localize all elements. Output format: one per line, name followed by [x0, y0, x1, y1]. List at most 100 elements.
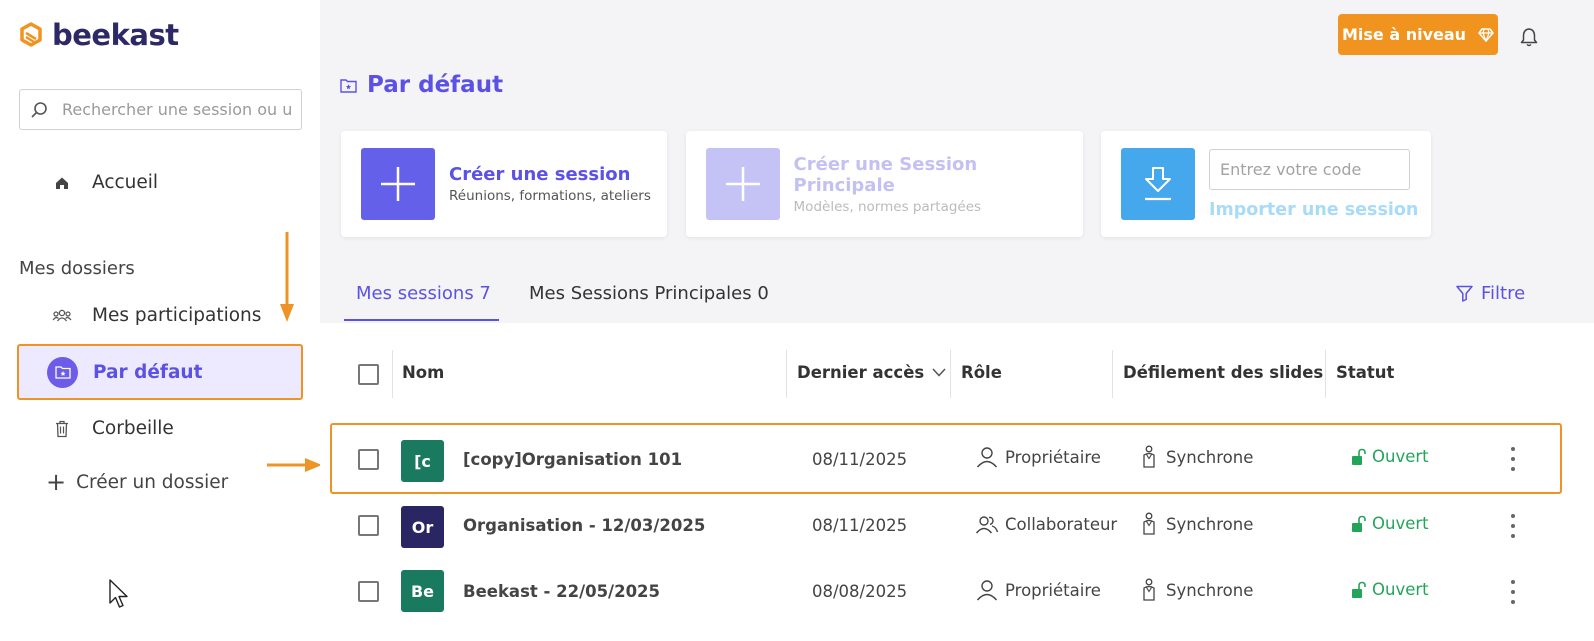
- session-sync-label: Synchrone: [1166, 447, 1254, 467]
- create-principal-subtitle: Modèles, normes partagées: [793, 198, 982, 215]
- session-sync: Synchrone: [1140, 445, 1253, 469]
- row-checkbox[interactable]: [358, 515, 379, 536]
- session-avatar: Be: [401, 570, 444, 612]
- session-role-label: Collaborateur: [1005, 514, 1118, 534]
- tab-principal-sessions[interactable]: Mes Sessions Principales 0: [529, 283, 769, 304]
- mouse-cursor-icon: [109, 579, 128, 608]
- create-folder-label: Créer un dossier: [76, 471, 229, 493]
- session-status-label: Ouvert: [1372, 580, 1429, 599]
- search-icon: [31, 101, 47, 118]
- column-header-slides[interactable]: Défilement des slides: [1123, 363, 1323, 382]
- session-status-label: Ouvert: [1372, 514, 1429, 533]
- session-role: Propriétaire: [975, 578, 1101, 602]
- column-header-status[interactable]: Statut: [1336, 363, 1394, 382]
- unlock-icon: [1352, 515, 1366, 532]
- annotation-arrow-down: [280, 232, 294, 322]
- session-last-access: 08/11/2025: [812, 450, 908, 469]
- logo[interactable]: beekast: [18, 18, 179, 52]
- unlock-icon: [1352, 448, 1366, 465]
- table-row[interactable]: Or Organisation - 12/03/2025 08/11/2025 …: [320, 492, 1594, 558]
- section-title-folders: Mes dossiers: [19, 258, 135, 279]
- session-last-access: 08/08/2025: [812, 582, 908, 601]
- sidebar-item-label: Mes participations: [92, 305, 262, 326]
- column-divider: [950, 350, 951, 398]
- session-avatar: [c: [401, 440, 444, 482]
- unlock-icon: [1352, 581, 1366, 598]
- session-status-label: Ouvert: [1372, 447, 1429, 466]
- tab-my-sessions[interactable]: Mes sessions 7: [356, 283, 491, 304]
- create-principal-title: Créer une Session Principale: [793, 153, 978, 196]
- create-session-card[interactable]: Créer une session Réunions, formations, …: [341, 131, 667, 237]
- diamond-icon: [1478, 27, 1494, 42]
- create-folder-button[interactable]: + Créer un dossier: [46, 470, 228, 494]
- download-icon[interactable]: [1121, 148, 1195, 220]
- people-icon: [975, 516, 999, 534]
- session-avatar: Or: [401, 506, 444, 548]
- session-name[interactable]: Organisation - 12/03/2025: [463, 516, 705, 535]
- create-session-subtitle: Réunions, formations, ateliers: [449, 188, 651, 204]
- column-header-name[interactable]: Nom: [402, 363, 444, 382]
- row-checkbox[interactable]: [358, 449, 379, 470]
- page-title-text: Par défaut: [367, 72, 504, 98]
- session-sync-label: Synchrone: [1166, 580, 1254, 600]
- row-checkbox[interactable]: [358, 581, 379, 602]
- session-code-input[interactable]: [1209, 148, 1410, 190]
- table-header: Nom Dernier accès Rôle Défilement des sl…: [320, 323, 1594, 425]
- sidebar-item-home[interactable]: Accueil: [44, 172, 158, 193]
- sidebar-item-label: Corbeille: [92, 418, 174, 439]
- table-row[interactable]: Be Beekast - 22/05/2025 08/08/2025 Propr…: [320, 558, 1594, 624]
- person-icon: [976, 447, 998, 468]
- plus-icon: +: [46, 468, 67, 496]
- bell-icon[interactable]: [1519, 27, 1539, 47]
- users-icon: [44, 308, 80, 324]
- session-sync: Synchrone: [1140, 512, 1253, 536]
- column-divider: [1325, 350, 1326, 398]
- session-status: Ouvert: [1350, 580, 1429, 599]
- session-role: Propriétaire: [975, 445, 1101, 469]
- page-title: Par défaut: [340, 72, 503, 98]
- logo-text: beekast: [52, 18, 179, 52]
- sidebar-item-label: Accueil: [92, 172, 159, 193]
- upgrade-button[interactable]: Mise à niveau: [1338, 14, 1498, 55]
- column-divider: [392, 350, 393, 398]
- select-all-checkbox[interactable]: [358, 364, 379, 385]
- more-options-icon[interactable]: [1508, 447, 1518, 471]
- presenter-icon: [1143, 512, 1155, 535]
- sidebar-item-participations[interactable]: Mes participations: [44, 305, 261, 326]
- folder-star-icon: [47, 356, 78, 388]
- create-principal-session-card[interactable]: Créer une Session Principale Modèles, no…: [686, 131, 1083, 237]
- import-session-card: Importer une session: [1101, 131, 1431, 237]
- logo-icon: [20, 22, 42, 47]
- filter-button[interactable]: Filtre: [1456, 283, 1525, 304]
- presenter-icon: [1143, 578, 1155, 601]
- sidebar-item-default-folder[interactable]: Par défaut: [17, 344, 303, 400]
- active-tab-indicator: [344, 319, 499, 321]
- column-header-label: Dernier accès: [797, 363, 925, 382]
- column-header-last-access[interactable]: Dernier accès: [797, 363, 946, 382]
- table-row[interactable]: [c [copy]Organisation 101 08/11/2025 Pro…: [320, 425, 1594, 491]
- sidebar: beekast Accueil Mes dossiers Mes partici…: [0, 0, 322, 641]
- more-options-icon[interactable]: [1508, 514, 1518, 538]
- session-role-label: Propriétaire: [1005, 580, 1101, 600]
- column-header-role[interactable]: Rôle: [961, 363, 1002, 382]
- session-last-access: 08/11/2025: [812, 516, 908, 535]
- person-icon: [976, 580, 998, 601]
- upgrade-label: Mise à niveau: [1341, 25, 1467, 44]
- session-name[interactable]: Beekast - 22/05/2025: [463, 582, 660, 601]
- session-role-label: Propriétaire: [1005, 447, 1101, 467]
- filter-label: Filtre: [1481, 283, 1526, 304]
- plus-icon: [706, 148, 780, 220]
- create-session-title: Créer une session: [449, 164, 631, 185]
- trash-icon: [44, 420, 80, 438]
- session-sync-label: Synchrone: [1166, 514, 1254, 534]
- search-input[interactable]: [62, 100, 292, 119]
- search-box[interactable]: [19, 89, 302, 130]
- import-session-link[interactable]: Importer une session: [1209, 200, 1418, 220]
- sessions-table: Nom Dernier accès Rôle Défilement des sl…: [320, 323, 1594, 641]
- session-name[interactable]: [copy]Organisation 101: [463, 450, 682, 469]
- plus-icon: [361, 148, 435, 220]
- more-options-icon[interactable]: [1508, 580, 1518, 604]
- session-role: Collaborateur: [975, 512, 1117, 536]
- column-divider: [786, 350, 787, 398]
- sidebar-item-trash[interactable]: Corbeille: [44, 418, 174, 439]
